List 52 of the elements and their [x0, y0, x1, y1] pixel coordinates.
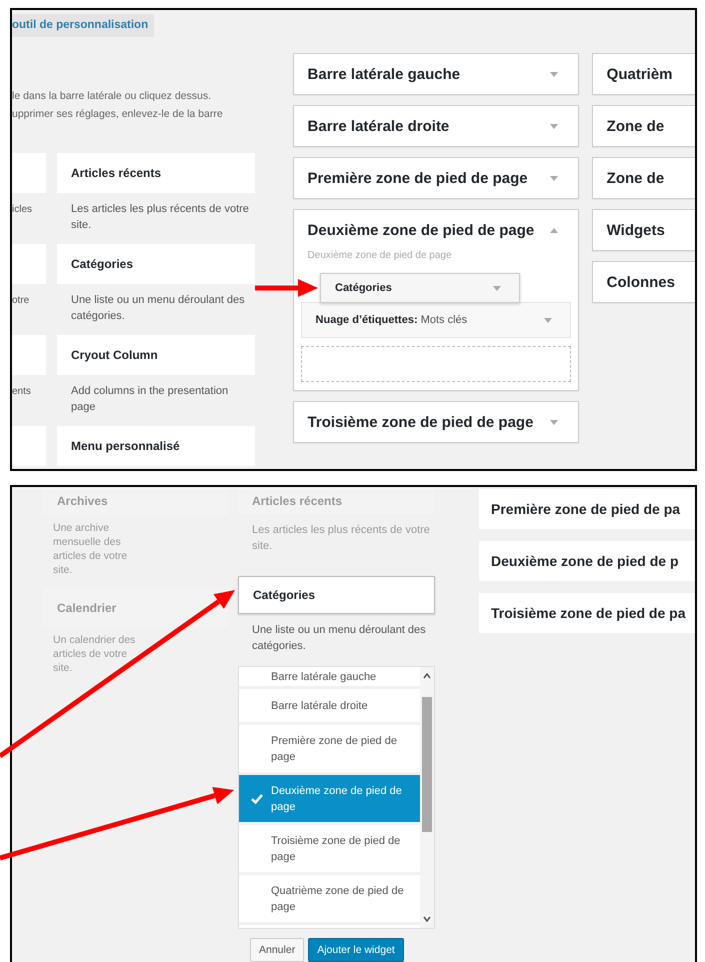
add-widget-button[interactable]: Ajouter le widget — [308, 938, 404, 962]
caret-icon — [550, 124, 558, 128]
sidebar-option[interactable]: Deuxième zone de pied de page — [239, 775, 420, 826]
widget-card[interactable]: Cryout Column — [57, 335, 255, 375]
widget-description: Une liste ou un menu déroulant des catégories. — [70, 293, 246, 324]
sidebar-panel[interactable]: Colonnes — [592, 261, 695, 303]
sidebar-panel[interactable]: Widgets — [592, 209, 695, 251]
scroll-down-icon[interactable] — [423, 916, 431, 922]
cancel-button[interactable]: Annuler — [250, 938, 304, 962]
sidebar-header[interactable]: Barre latérale droite — [294, 106, 578, 146]
sidebar-header[interactable]: Barre latérale gauche — [294, 54, 578, 94]
check-icon — [251, 794, 263, 804]
sidebar-header[interactable]: Troisième zone de pied de page — [294, 402, 578, 442]
widget-card[interactable] — [12, 153, 46, 193]
widget-description: Les articles les plus récents de votre site. — [251, 523, 431, 554]
caret-icon — [550, 176, 558, 180]
caret-icon — [550, 228, 558, 232]
widget-description: icles — [12, 203, 34, 217]
arrow — [255, 279, 318, 297]
widget-card[interactable]: Catégories — [238, 576, 435, 614]
widget-description: ents — [12, 385, 32, 399]
widget-description: Un calendrier des articles de votre site. — [52, 633, 136, 676]
widget-row[interactable]: Nuage d’étiquettes: Mots clés — [300, 302, 571, 338]
sidebar-select-list[interactable]: Barre latérale gauche Barre latérale droite Première zone de pied de page Deuxième zone de pied de page Troisième zone de pied de page Quatrième zone de pied de page — [238, 666, 435, 929]
sidebar-card[interactable]: Première zone de pied de pa — [479, 489, 695, 529]
sidebar-panel[interactable]: Zone de — [592, 157, 695, 199]
widget-card[interactable] — [12, 335, 46, 375]
caret-icon — [493, 286, 501, 290]
widget-card[interactable]: Catégories — [57, 244, 255, 284]
sidebar-header[interactable]: Première zone de pied de page — [294, 158, 578, 198]
sidebar-panel[interactable]: Zone de — [592, 105, 695, 147]
widget-description: otre — [12, 294, 30, 308]
widget-card[interactable]: Articles récents — [57, 153, 255, 193]
caret-icon — [550, 72, 558, 76]
widget-description: Une liste ou un menu déroulant des catégories. — [251, 622, 427, 654]
widget-card[interactable] — [12, 244, 46, 284]
sidebar-panel[interactable]: Quatrièm — [592, 53, 695, 95]
scroll-up-icon[interactable] — [423, 673, 431, 680]
widget-description: Les articles les plus récents de votre site. — [70, 202, 250, 233]
dragged-widget[interactable]: Catégories — [320, 273, 520, 303]
caret-icon — [544, 318, 552, 322]
widget-card[interactable] — [12, 426, 46, 466]
caret-icon — [550, 420, 558, 424]
widget-description: Une archive mensuelle des articles de votre site. — [52, 521, 128, 577]
sidebar-card[interactable]: Troisième zone de pied de pa — [479, 593, 695, 633]
widget-card[interactable]: Menu personnalisé — [57, 426, 255, 466]
intro-text: le dans la barre latérale ou cliquez dessus. upprimer ses réglages, enlevez-le de la barre — [12, 89, 224, 122]
sidebar-description: Deuxième zone de pied de page — [306, 250, 453, 263]
sidebar-header[interactable]: Deuxième zone de pied de page — [294, 210, 578, 250]
scrollbar[interactable] — [420, 667, 434, 928]
sidebar-card[interactable]: Deuxième zone de pied de p — [479, 541, 695, 581]
widget-description: Add columns in the presentation page — [70, 384, 230, 415]
